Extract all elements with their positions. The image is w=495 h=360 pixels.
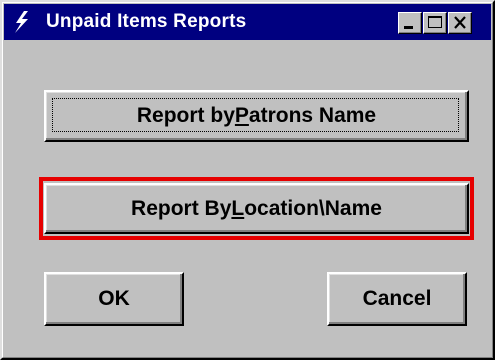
minimize-button[interactable] — [398, 12, 422, 34]
maximize-icon — [428, 16, 442, 28]
close-icon — [454, 16, 466, 29]
cancel-button[interactable]: Cancel — [327, 272, 467, 326]
location-label-suffix: ocation\Name — [244, 196, 382, 220]
location-label-prefix: Report By — [131, 196, 232, 220]
title-bar[interactable]: Unpaid Items Reports — [4, 4, 491, 40]
lightning-bolt-icon — [12, 11, 32, 33]
report-by-patrons-name-button[interactable]: Report by Patrons Name — [44, 90, 469, 142]
close-button[interactable] — [448, 12, 472, 34]
window-title: Unpaid Items Reports — [46, 11, 247, 32]
patrons-label-prefix: Report by — [136, 104, 235, 127]
maximize-button[interactable] — [423, 12, 447, 34]
location-label-mnemonic: L — [231, 196, 245, 220]
report-by-location-name-button[interactable]: Report By Location\Name — [44, 183, 469, 234]
unpaid-items-reports-window: Unpaid Items Reports Report by Patrons N… — [0, 0, 495, 360]
patrons-label-suffix: atrons Name — [248, 104, 377, 127]
minimize-icon — [404, 26, 413, 29]
ok-button[interactable]: OK — [44, 272, 184, 326]
patrons-label-mnemonic: P — [234, 104, 249, 127]
